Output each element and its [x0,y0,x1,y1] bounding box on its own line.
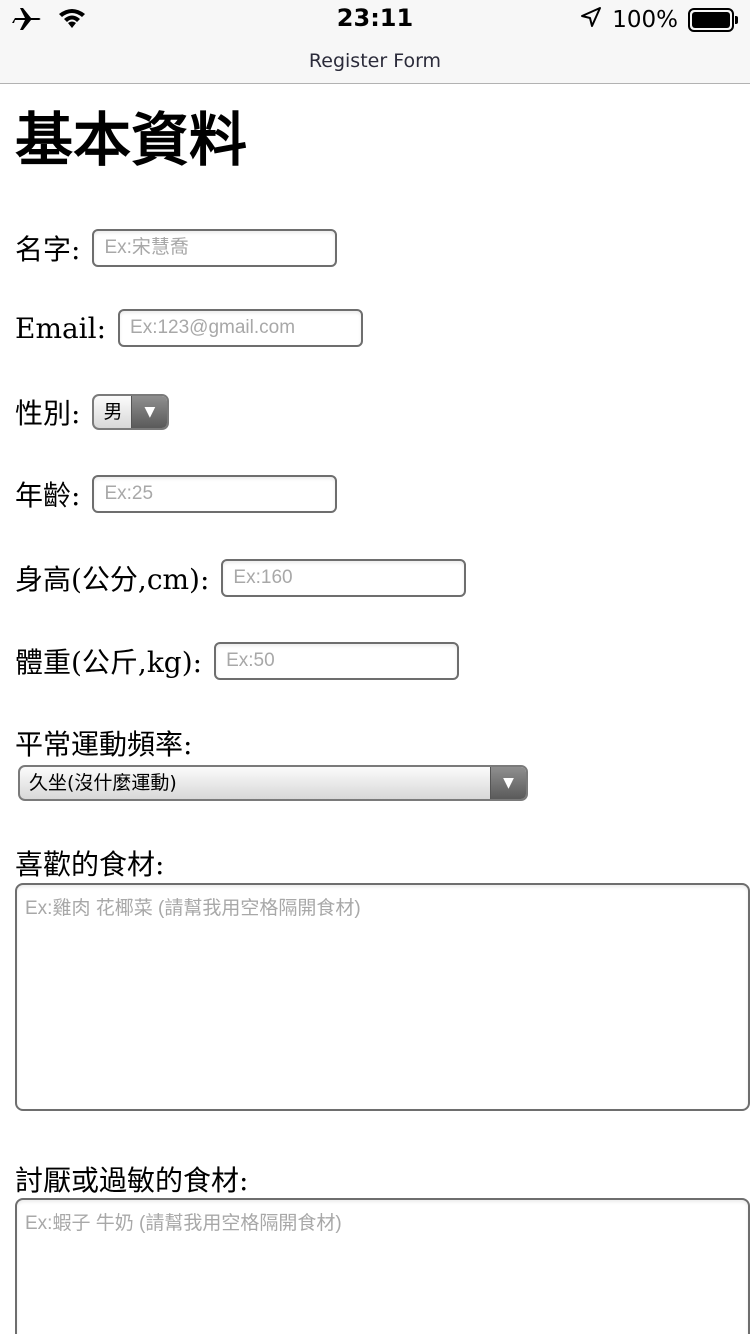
age-input[interactable] [92,475,338,513]
name-input[interactable] [92,229,338,267]
weight-input[interactable] [214,642,460,680]
liked-ingredients-label: 喜歡的食材: [15,848,165,881]
exercise-select[interactable]: 久坐(沒什麼運動) ▼ [18,765,528,801]
name-label: 名字: [15,233,81,266]
navigation-bar: Register Form [0,40,750,84]
height-input[interactable] [221,559,467,597]
name-row: 名字: [15,228,338,268]
page-title: 基本資料 [15,106,248,174]
location-arrow-icon [580,6,602,34]
register-form: 基本資料 名字: Email: 性別: 男 ▼ 年齡: 身高(公分,cm): 體… [0,85,750,1334]
email-row: Email: [15,309,364,347]
gender-row: 性別: 男 ▼ [15,392,170,432]
battery-icon [688,8,738,32]
gender-select[interactable]: 男 ▼ [92,394,170,430]
status-right: 100% [580,6,738,34]
status-bar: 23:11 100% [0,0,750,40]
age-row: 年齡: [15,474,338,514]
email-label: Email: [15,311,107,345]
age-label: 年齡: [15,479,81,512]
disliked-ingredients-textarea[interactable] [15,1198,750,1334]
email-input[interactable] [118,309,364,347]
nav-title: Register Form [308,50,442,72]
liked-ingredients-textarea[interactable] [15,883,750,1111]
height-row: 身高(公分,cm): [15,558,467,598]
disliked-ingredients-label: 討厭或過敏的食材: [15,1164,249,1197]
exercise-select-value: 久坐(沒什麼運動) [29,772,177,794]
battery-percentage: 100% [612,7,678,33]
dropdown-arrow-icon: ▼ [490,767,526,799]
gender-select-value: 男 [103,401,123,423]
weight-row: 體重(公斤,kg): [15,641,460,681]
weight-label: 體重(公斤,kg): [15,646,203,679]
exercise-label: 平常運動頻率: [15,728,193,761]
dropdown-arrow-icon: ▼ [131,396,168,428]
height-label: 身高(公分,cm): [15,563,210,596]
gender-label: 性別: [15,397,81,430]
